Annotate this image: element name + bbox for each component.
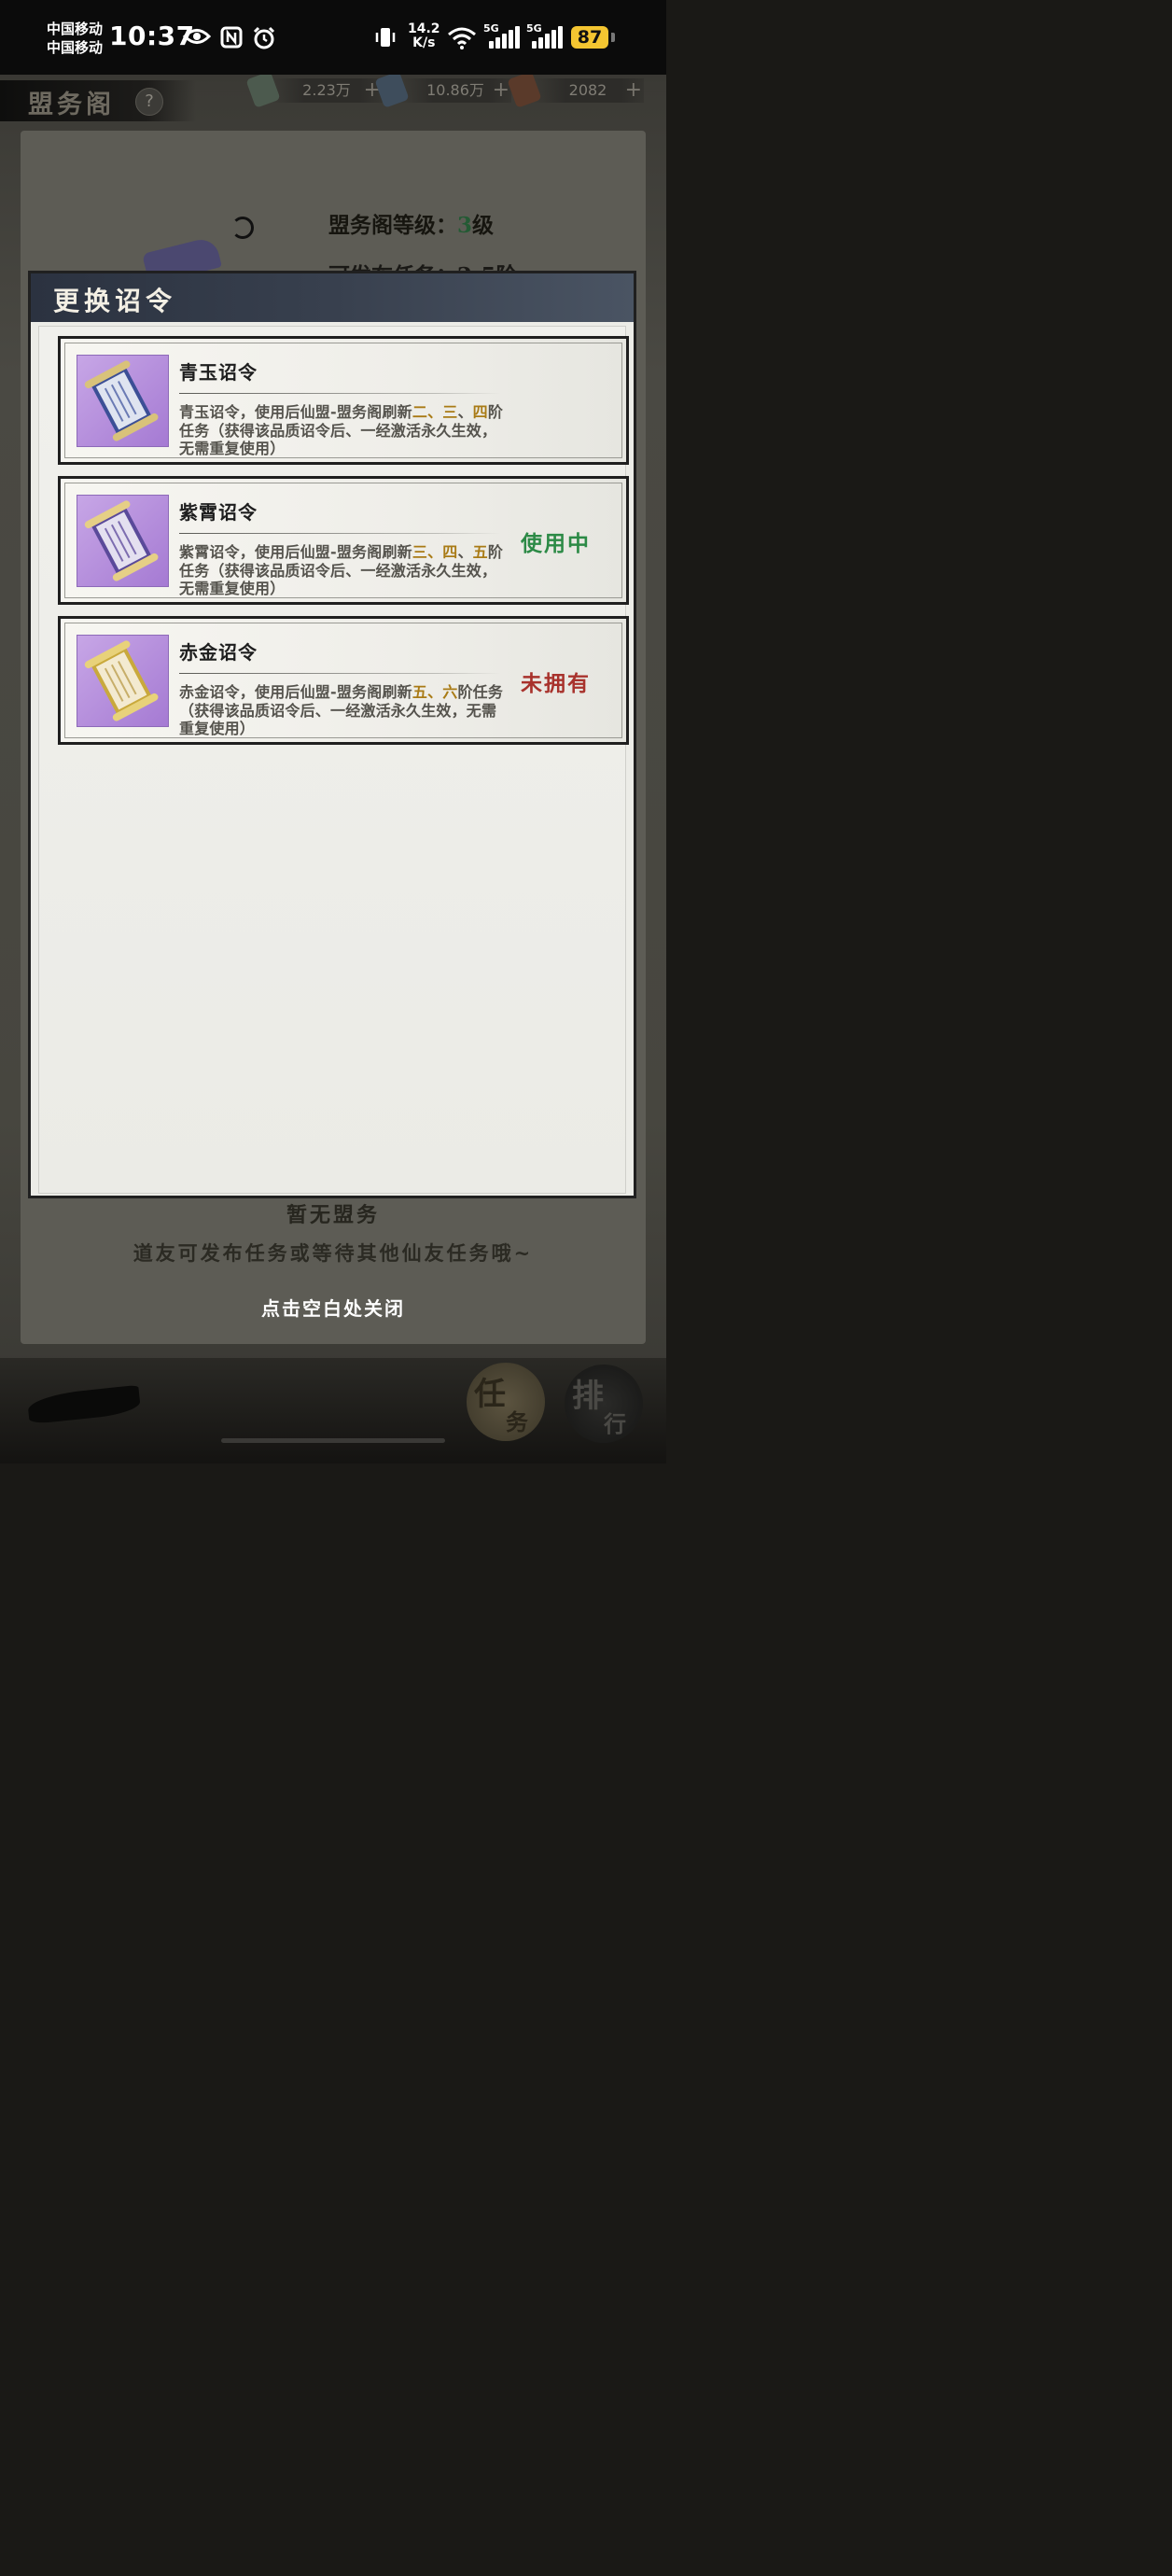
currency-gourd: 10.86万 + bbox=[374, 71, 511, 108]
divider bbox=[179, 673, 501, 674]
status-badge: 使用中 bbox=[521, 531, 591, 556]
task-button[interactable]: 任务 bbox=[467, 1363, 545, 1441]
battery-level: 87 bbox=[571, 26, 608, 49]
carrier-1: 中国移动 bbox=[47, 21, 104, 37]
edict-item-chijin[interactable]: 赤金诏令 赤金诏令，使用后仙盟-盟务阁刷新五、六阶任务（获得该品质诏令后、一经激… bbox=[58, 616, 629, 745]
dialog-header: 更换诏令 bbox=[31, 273, 634, 322]
blue-scroll-icon bbox=[77, 355, 169, 447]
currency-scroll-value: 2082 bbox=[568, 81, 607, 99]
status-bar: 中国移动 中国移动 10:37 14.2 K/s 5G 5G 87 bbox=[0, 0, 666, 75]
edict-description: 青玉诏令，使用后仙盟-盟务阁刷新二、三、四阶任务（获得该品质诏令后、一经激活永久… bbox=[179, 403, 504, 457]
gold-scroll-icon bbox=[77, 635, 169, 727]
carrier-2: 中国移动 bbox=[47, 39, 104, 56]
battery-icon bbox=[611, 33, 615, 42]
edict-name: 赤金诏令 bbox=[179, 641, 258, 664]
page-title: 盟务阁 bbox=[28, 91, 115, 119]
nfc-icon bbox=[220, 26, 243, 54]
edict-item-qingyu[interactable]: 青玉诏令 青玉诏令，使用后仙盟-盟务阁刷新二、三、四阶任务（获得该品质诏令后、一… bbox=[58, 336, 629, 465]
edict-description: 赤金诏令，使用后仙盟-盟务阁刷新五、六阶任务（获得该品质诏令后、一经激活永久生效… bbox=[179, 683, 504, 737]
alarm-icon bbox=[252, 26, 276, 56]
signal-5g-icon: 5G bbox=[483, 22, 521, 49]
edict-name: 青玉诏令 bbox=[179, 361, 258, 384]
eye-icon bbox=[182, 26, 212, 52]
edict-item-zixiao[interactable]: 紫霄诏令 紫霄诏令，使用后仙盟-盟务阁刷新三、四、五阶任务（获得该品质诏令后、一… bbox=[58, 476, 629, 605]
currency-jade-value: 2.23万 bbox=[302, 81, 351, 99]
currency-scroll: 2082 + bbox=[507, 71, 644, 108]
currency-jade: 2.23万 + bbox=[245, 71, 383, 108]
rank-button[interactable]: 排行 bbox=[565, 1365, 643, 1443]
edict-description: 紫霄诏令，使用后仙盟-盟务阁刷新三、四、五阶任务（获得该品质诏令后、一经激活永久… bbox=[179, 543, 504, 597]
clock: 10:37 bbox=[109, 21, 195, 51]
close-hint[interactable]: 点击空白处关闭 bbox=[0, 1294, 666, 1321]
add-scroll-button[interactable]: + bbox=[625, 78, 642, 103]
dialog-title: 更换诏令 bbox=[53, 286, 177, 316]
status-badge: 未拥有 bbox=[521, 671, 591, 696]
dialog-body: 青玉诏令 青玉诏令，使用后仙盟-盟务阁刷新二、三、四阶任务（获得该品质诏令后、一… bbox=[38, 326, 629, 1194]
currency-gourd-value: 10.86万 bbox=[426, 81, 484, 99]
home-indicator[interactable] bbox=[221, 1438, 445, 1443]
signal-5g-icon: 5G bbox=[526, 22, 564, 49]
empty-title: 暂无盟务 bbox=[286, 1203, 380, 1227]
edict-name: 紫霄诏令 bbox=[179, 501, 258, 524]
divider bbox=[179, 533, 501, 534]
change-edict-dialog: 更换诏令 青玉诏令 青玉诏令，使用后仙盟-盟务阁刷新二、三、四阶任务（获得该品质… bbox=[28, 271, 636, 1198]
empty-hint: 道友可发布任务或等待其他仙友任务哦~ bbox=[133, 1241, 534, 1265]
divider bbox=[179, 393, 501, 394]
level-text: 盟务阁等级：3级 bbox=[328, 213, 495, 238]
net-speed: 14.2 K/s bbox=[408, 21, 440, 50]
swirl-icon bbox=[231, 217, 254, 239]
purple-scroll-icon bbox=[77, 495, 169, 587]
wifi-icon bbox=[446, 26, 478, 56]
vibrate-icon bbox=[373, 26, 398, 54]
help-button[interactable]: ? bbox=[135, 88, 163, 116]
add-gourd-button[interactable]: + bbox=[493, 78, 509, 103]
